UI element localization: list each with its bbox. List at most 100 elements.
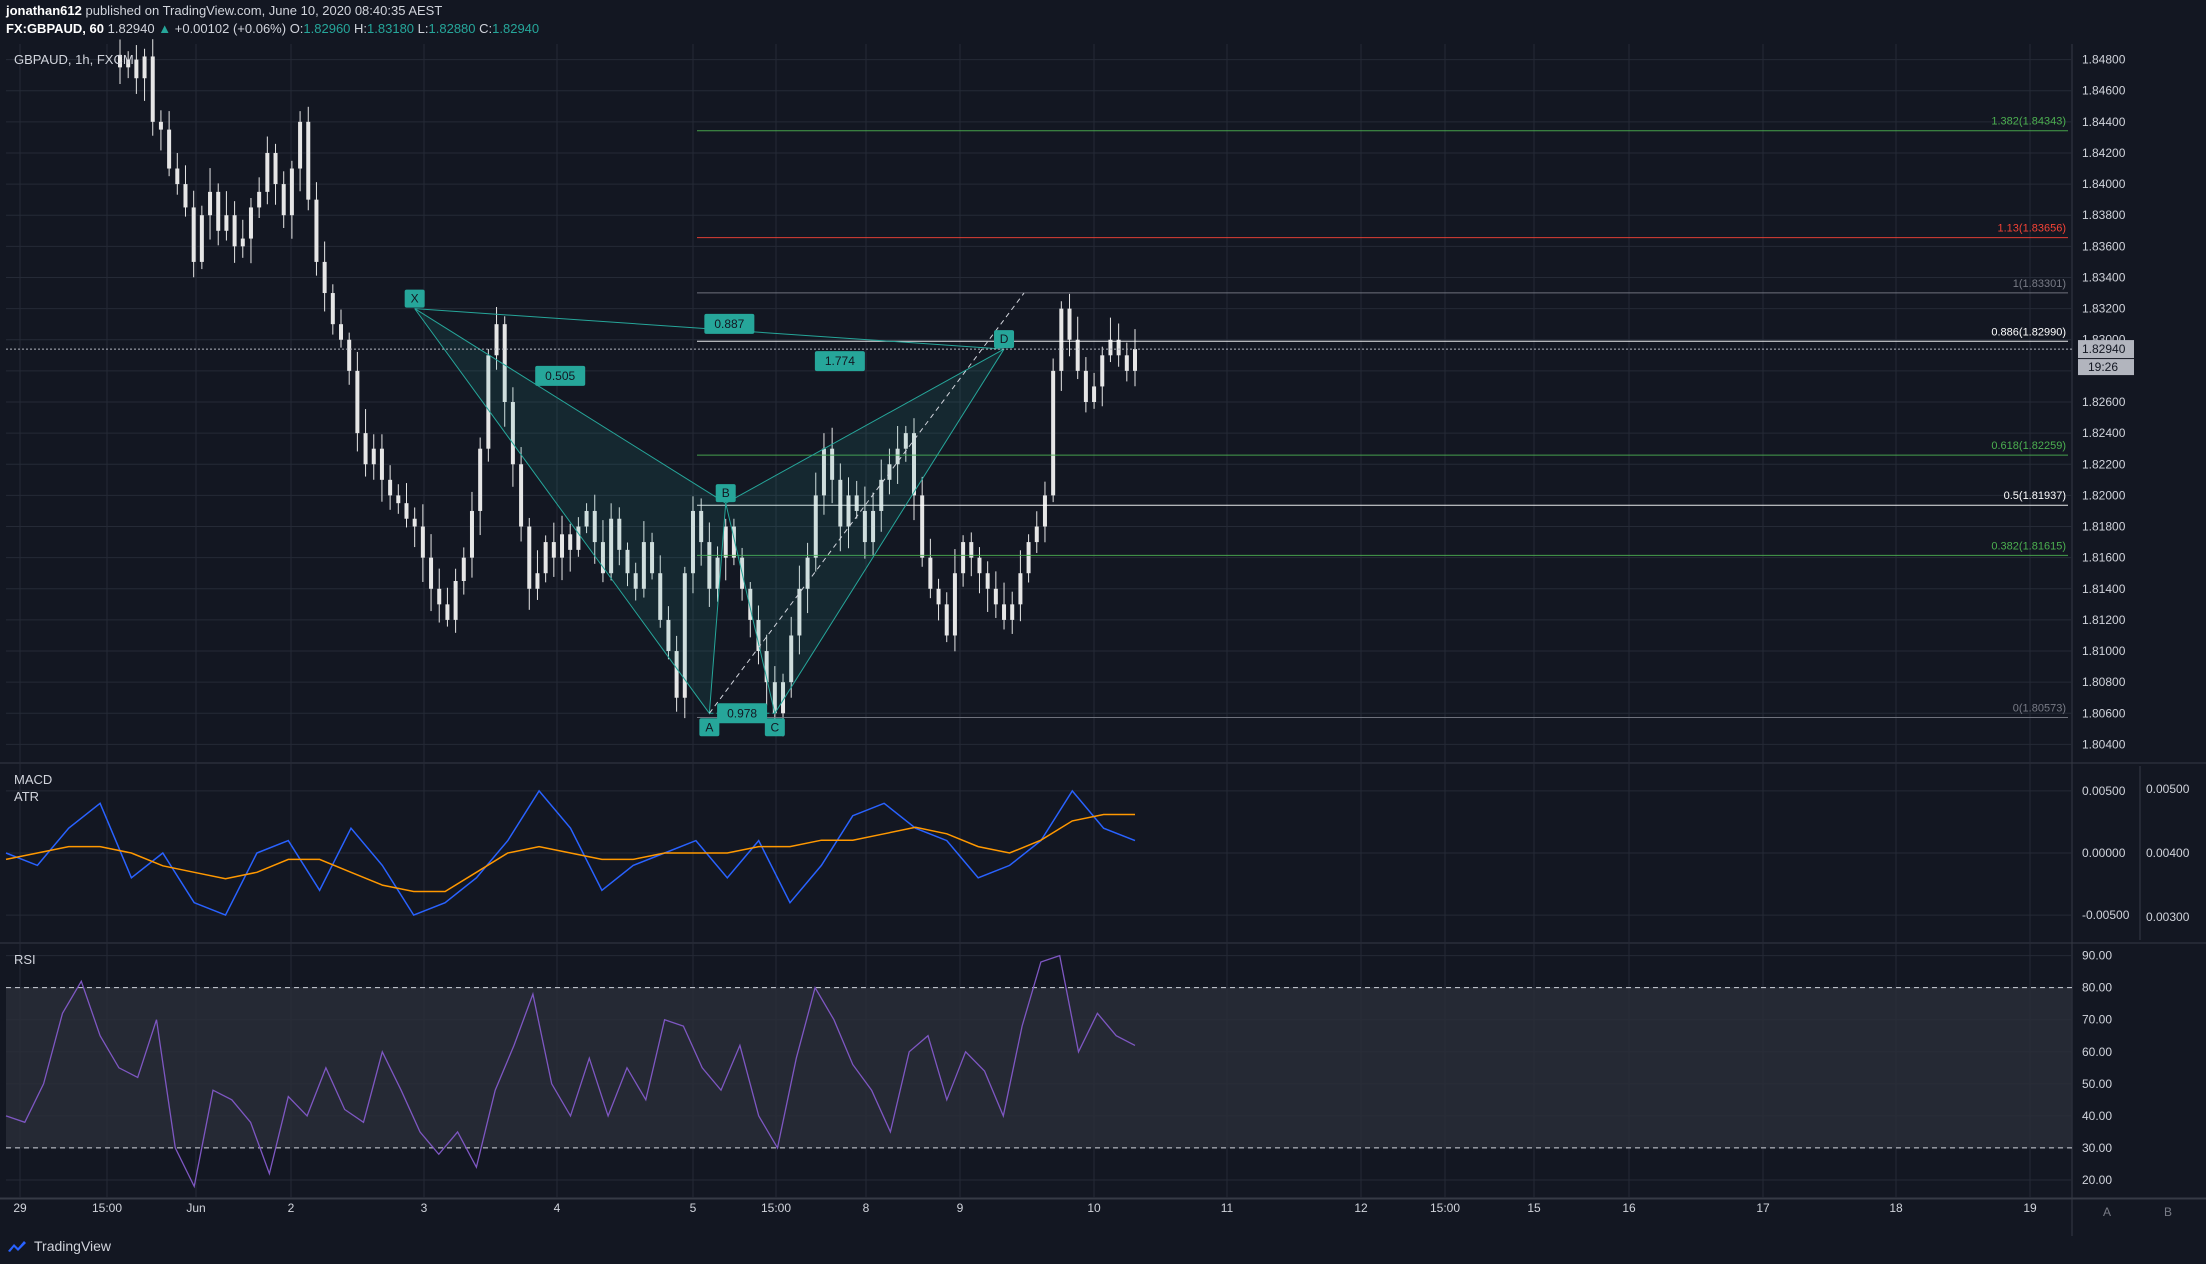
candle-body [314, 199, 319, 262]
price-tick-label: 1.84000 [2082, 177, 2126, 191]
candle-body [560, 534, 565, 558]
ratio-label: 0.887 [714, 317, 744, 331]
price-tick-label: 1.80400 [2082, 737, 2126, 751]
fib-level-label: 0.618(1.82259) [1991, 440, 2066, 452]
candle-body [232, 215, 237, 247]
candle-body [298, 121, 303, 169]
candle-body [363, 433, 368, 465]
candle-body [208, 191, 213, 216]
candle-body [412, 518, 417, 527]
price-tick-label: 1.82200 [2082, 457, 2126, 471]
rsi-tick-label: 40.00 [2082, 1109, 2112, 1123]
x-tick-label: 2 [288, 1201, 295, 1215]
atr-pane-title: ATR [14, 789, 39, 804]
x-tick-label: 11 [1221, 1201, 1234, 1215]
x-tick-label: 4 [554, 1201, 561, 1215]
candle-body [961, 542, 966, 574]
candle-body [551, 542, 556, 558]
candle-body [478, 448, 483, 511]
atr-tick-label: 0.00500 [2146, 782, 2190, 796]
atr-tick-label: 0.00300 [2146, 910, 2190, 924]
x-tick-label: 12 [1354, 1201, 1368, 1215]
candle-body [1002, 604, 1007, 620]
price-tick-label: 1.83800 [2082, 208, 2126, 222]
candle-body [1100, 355, 1105, 387]
price-tick-label: 1.83600 [2082, 239, 2126, 253]
candle-body [167, 129, 172, 169]
price-tick-label: 1.81400 [2082, 582, 2126, 596]
candle-body [1059, 308, 1064, 371]
candle-body [216, 191, 221, 231]
price-tick-label: 1.83400 [2082, 270, 2126, 284]
candle-body [1083, 370, 1088, 402]
price-tick-label: 1.80800 [2082, 675, 2126, 689]
candle-body [944, 604, 949, 636]
candle-body [379, 448, 384, 480]
rsi-tick-label: 90.00 [2082, 949, 2112, 963]
candle-body [928, 557, 933, 589]
tradingview-brand[interactable]: TradingView [6, 1238, 111, 1254]
x-tick-label: 18 [1889, 1201, 1903, 1215]
pattern-point-label: A [705, 720, 713, 734]
tradingview-logo-icon [8, 1241, 26, 1252]
fib-level-label: 1(1.83301) [2013, 278, 2066, 290]
fib-level-label: 0.382(1.81615) [1991, 540, 2066, 552]
candle-body [134, 59, 139, 79]
current-price-label: 1.82940 [2082, 342, 2126, 356]
x-tick-label: 15:00 [761, 1201, 791, 1215]
footer-bar [0, 1236, 2206, 1264]
candle-body [339, 324, 344, 340]
candle-body [224, 215, 229, 231]
candle-body [535, 573, 540, 589]
candle-body [142, 56, 147, 79]
candle-body [723, 526, 728, 558]
fib-level-label: 0(1.80573) [2013, 703, 2066, 715]
candle-body [1010, 604, 1015, 620]
x-tick-label: Jun [186, 1201, 205, 1215]
brand-label: TradingView [34, 1238, 112, 1254]
candle-body [519, 464, 524, 527]
rsi-tick-label: 60.00 [2082, 1045, 2112, 1059]
axis-corner-a[interactable]: A [2103, 1205, 2111, 1219]
axis-corner-b[interactable]: B [2164, 1205, 2172, 1219]
candle-body [371, 448, 376, 465]
countdown-label: 19:26 [2088, 360, 2118, 374]
candle-body [453, 581, 458, 620]
candle-body [150, 56, 155, 122]
price-tick-label: 1.84600 [2082, 84, 2126, 98]
price-tick-label: 1.81600 [2082, 551, 2126, 565]
candle-body [355, 370, 360, 434]
candle-body [568, 534, 573, 550]
price-tick-label: 1.82600 [2082, 395, 2126, 409]
candle-body [1124, 355, 1129, 371]
x-tick-label: 19 [2023, 1201, 2037, 1215]
candle-body [1026, 542, 1031, 574]
pattern-point-label: D [1000, 332, 1009, 346]
x-tick-label: 15:00 [92, 1201, 122, 1215]
candle-body [437, 588, 442, 605]
candle-body [429, 557, 434, 589]
candle-body [330, 293, 335, 325]
candle-body [1133, 349, 1137, 371]
price-tick-label: 1.84800 [2082, 53, 2126, 67]
candle-body [322, 261, 327, 294]
candle-body [445, 604, 450, 620]
macd-tick-label: -0.00500 [2082, 908, 2130, 922]
candle-body [461, 557, 466, 581]
candle-body [281, 184, 286, 216]
pattern-point-label: B [722, 486, 730, 500]
price-tick-label: 1.80600 [2082, 706, 2126, 720]
candle-body [240, 238, 245, 247]
candle-body [404, 503, 409, 519]
rsi-tick-label: 30.00 [2082, 1141, 2112, 1155]
pattern-point-label: X [411, 292, 419, 306]
price-tick-label: 1.84400 [2082, 115, 2126, 129]
price-tick-label: 1.81800 [2082, 520, 2126, 534]
chart-canvas[interactable]: 1.382(1.84343) 1.13(1.83656) 1(1.83301) 0.8… [0, 0, 2206, 1264]
candle-body [993, 588, 998, 605]
candle-body [183, 184, 188, 208]
macd-pane-title: MACD [14, 772, 52, 787]
candle-body [265, 152, 270, 192]
rsi-tick-label: 20.00 [2082, 1173, 2112, 1187]
price-tick-label: 1.84200 [2082, 146, 2126, 160]
